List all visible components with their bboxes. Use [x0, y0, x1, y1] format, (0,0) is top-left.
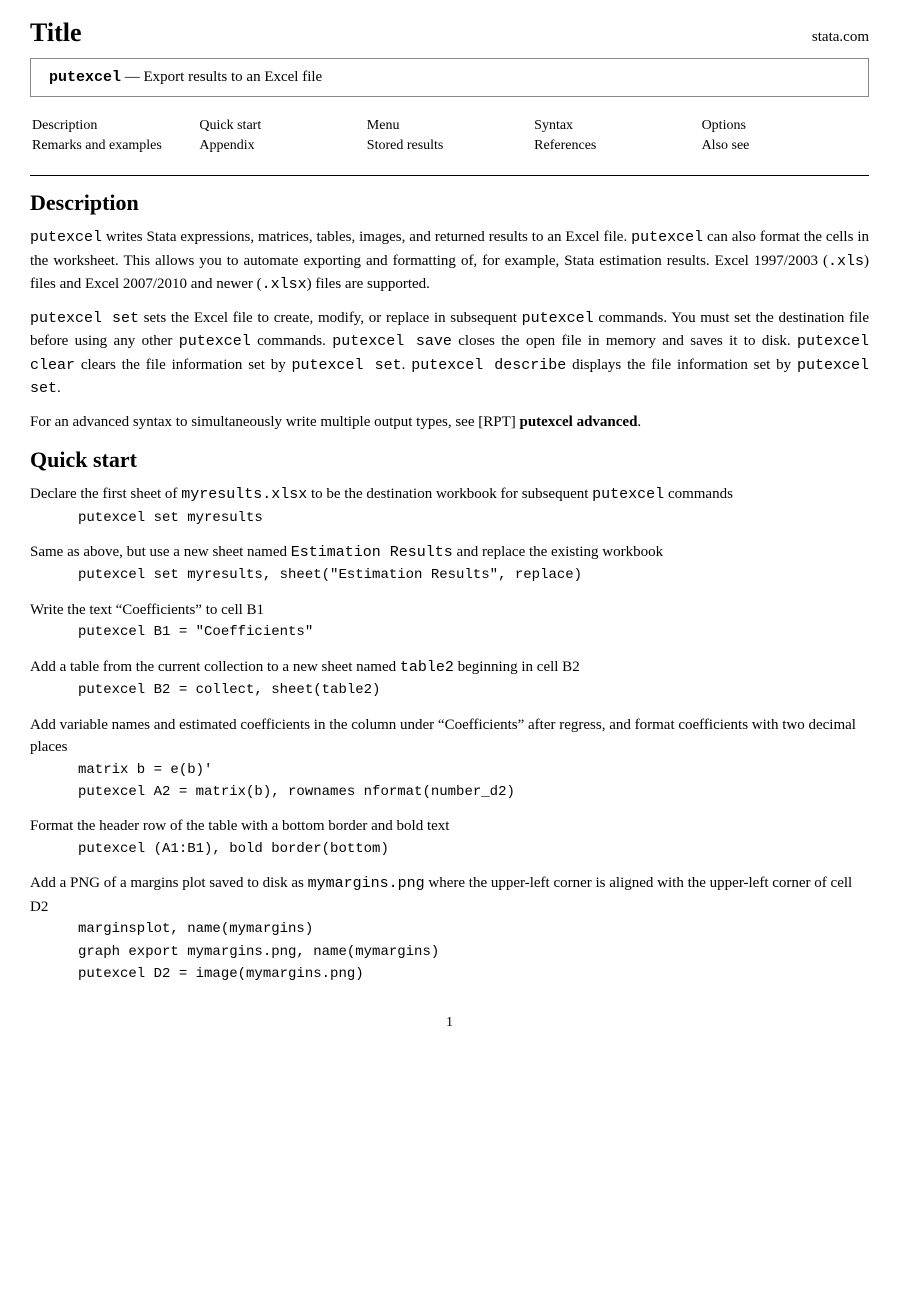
page-footer: 1	[0, 1015, 899, 1051]
qs-item-5-code-1: matrix b = e(b)'	[78, 759, 869, 781]
qs-item-4-desc: Add a table from the current collection …	[30, 656, 869, 680]
nav-options[interactable]: Options	[702, 118, 746, 133]
description-para3: For an advanced syntax to simultaneously…	[30, 411, 869, 434]
qs-item-1-desc: Declare the first sheet of myresults.xls…	[30, 483, 869, 507]
qs-item-7: Add a PNG of a margins plot saved to dis…	[30, 872, 869, 985]
qs-item-4-code: putexcel B2 = collect, sheet(table2)	[78, 679, 869, 701]
description-heading: Description	[30, 186, 869, 216]
qs-item-5-code-2: putexcel A2 = matrix(b), rownames nforma…	[78, 781, 869, 803]
qs-item-2-desc: Same as above, but use a new sheet named…	[30, 541, 869, 565]
qs-item-2-code: putexcel set myresults, sheet("Estimatio…	[78, 564, 869, 586]
qs-item-1-code: putexcel set myresults	[78, 507, 869, 529]
nav-syntax[interactable]: Syntax	[534, 118, 573, 133]
description-para1: putexcel writes Stata expressions, matri…	[30, 226, 869, 297]
qs-item-7-desc: Add a PNG of a margins plot saved to dis…	[30, 872, 869, 918]
nav-menu[interactable]: Menu	[367, 118, 400, 133]
quickstart-heading: Quick start	[30, 443, 869, 473]
qs-item-5: Add variable names and estimated coeffic…	[30, 714, 869, 804]
nav-table: Description Quick start Menu Syntax Opti…	[30, 115, 869, 157]
page-number: 1	[446, 1015, 453, 1030]
qs-item-3-code: putexcel B1 = "Coefficients"	[78, 621, 869, 643]
quickstart-section: Declare the first sheet of myresults.xls…	[30, 483, 869, 985]
qs-item-4: Add a table from the current collection …	[30, 656, 869, 702]
qs-item-5-desc: Add variable names and estimated coeffic…	[30, 714, 869, 759]
qs-item-7-code-1: marginsplot, name(mymargins)	[78, 918, 869, 940]
page-title: Title	[30, 18, 82, 48]
qs-item-3-desc: Write the text “Coefficients” to cell B1	[30, 599, 869, 622]
nav-quickstart[interactable]: Quick start	[199, 118, 261, 133]
title-box: putexcel — Export results to an Excel fi…	[30, 58, 869, 97]
nav-appendix[interactable]: Appendix	[199, 138, 254, 153]
qs-item-7-code-3: putexcel D2 = image(mymargins.png)	[78, 963, 869, 985]
qs-item-6: Format the header row of the table with …	[30, 815, 869, 860]
nav-stored[interactable]: Stored results	[367, 138, 444, 153]
title-description: Export results to an Excel file	[144, 69, 323, 85]
nav-description[interactable]: Description	[32, 118, 97, 133]
qs-item-6-desc: Format the header row of the table with …	[30, 815, 869, 838]
qs-item-6-code: putexcel (A1:B1), bold border(bottom)	[78, 838, 869, 860]
section-divider-description	[30, 175, 869, 176]
title-dash: —	[125, 69, 140, 85]
stata-brand: stata.com	[812, 29, 869, 46]
description-para2: putexcel set sets the Excel file to crea…	[30, 307, 869, 401]
qs-item-7-code-2: graph export mymargins.png, name(mymargi…	[78, 941, 869, 963]
nav-references[interactable]: References	[534, 138, 596, 153]
qs-item-2: Same as above, but use a new sheet named…	[30, 541, 869, 587]
qs-item-3: Write the text “Coefficients” to cell B1…	[30, 599, 869, 644]
qs-item-1: Declare the first sheet of myresults.xls…	[30, 483, 869, 529]
nav-alsosee[interactable]: Also see	[702, 138, 750, 153]
title-cmd: putexcel	[49, 69, 121, 86]
nav-remarks[interactable]: Remarks and examples	[32, 138, 162, 153]
